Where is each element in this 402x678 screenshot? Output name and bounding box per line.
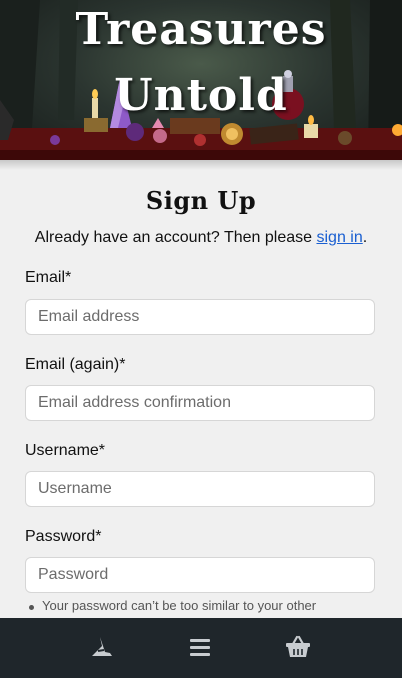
- shopping-basket-icon: [286, 635, 310, 657]
- signin-prompt-text: Already have an account? Then please: [34, 229, 317, 246]
- menu-button[interactable]: [185, 632, 215, 662]
- hero-title-line-2: Untold: [114, 70, 288, 121]
- email-field[interactable]: [26, 300, 370, 334]
- password-hint: Your password can’t be too similar to yo…: [28, 598, 317, 613]
- password-label: Password*: [25, 528, 102, 545]
- page-title: Sign Up: [145, 186, 257, 215]
- cart-button[interactable]: [283, 632, 313, 662]
- signin-link[interactable]: sign in: [316, 229, 362, 246]
- email-label: Email*: [25, 269, 72, 286]
- email-again-field-wrapper: [25, 385, 375, 421]
- email-confirmation-field[interactable]: [26, 386, 370, 420]
- username-field-wrapper: [25, 471, 375, 507]
- hero-title-line-1: Treasures: [75, 4, 327, 55]
- hamburger-menu-icon: [190, 639, 210, 656]
- signup-page: Treasures Untold Sign Up Already have an…: [0, 0, 402, 678]
- signin-prompt-suffix: .: [362, 229, 368, 246]
- signin-prompt: Already have an account? Then please sig…: [0, 229, 402, 247]
- email-field-wrapper: [25, 299, 375, 335]
- bottom-nav: [0, 618, 402, 678]
- hero-banner: Treasures Untold: [0, 0, 402, 160]
- username-label: Username*: [25, 442, 106, 459]
- email-again-label: Email (again)*: [25, 356, 126, 373]
- username-field[interactable]: [26, 472, 370, 506]
- witch-hat-icon: [92, 637, 112, 656]
- password-field[interactable]: [26, 558, 370, 592]
- hero-shadow: [0, 160, 402, 170]
- password-field-wrapper: [25, 557, 375, 593]
- home-button[interactable]: [87, 632, 117, 662]
